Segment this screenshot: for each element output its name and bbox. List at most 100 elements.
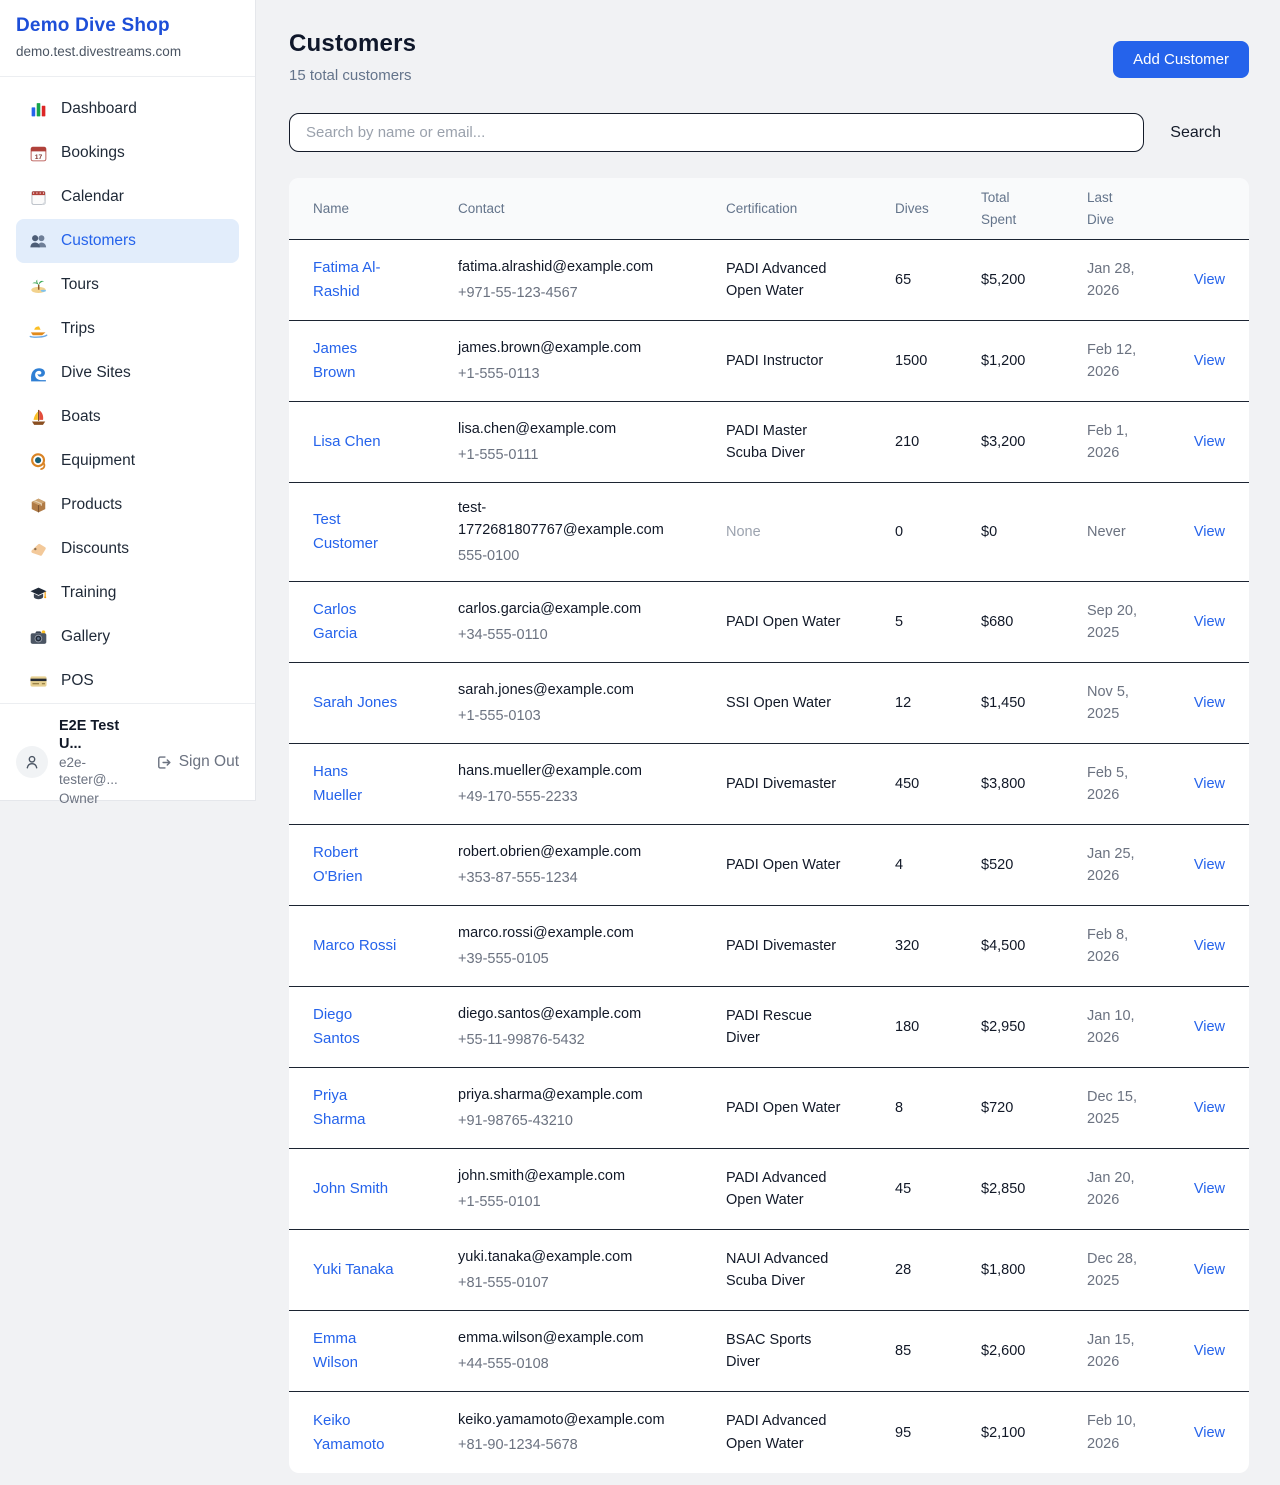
- customer-dives: 0: [895, 521, 981, 543]
- customer-last-dive: Dec 15, 2025: [1087, 1086, 1153, 1131]
- customer-last-dive: Nov 5, 2025: [1087, 681, 1153, 726]
- table-row: Diego Santos diego.santos@example.com +5…: [289, 987, 1249, 1068]
- sidebar-item-pos[interactable]: POS: [16, 659, 239, 703]
- customer-name-link[interactable]: Hans Mueller: [313, 760, 399, 808]
- customer-name-link[interactable]: Test Customer: [313, 508, 399, 556]
- customer-total-spent: $2,950: [981, 1016, 1087, 1038]
- customer-phone: +1-555-0111: [458, 444, 726, 466]
- view-link[interactable]: View: [1194, 938, 1225, 954]
- customer-name-link[interactable]: Robert O'Brien: [313, 841, 399, 889]
- customer-phone: +81-90-1234-5678: [458, 1434, 726, 1456]
- sidebar-item-training[interactable]: Training: [16, 571, 239, 615]
- sidebar-item-label: POS: [61, 672, 94, 690]
- sidebar-item-tours[interactable]: Tours: [16, 263, 239, 307]
- camera-icon: [29, 628, 48, 647]
- sidebar-item-gallery[interactable]: Gallery: [16, 615, 239, 659]
- wave-icon: [29, 364, 48, 383]
- customer-last-dive: Feb 5, 2026: [1087, 762, 1153, 807]
- customer-certification: SSI Open Water: [726, 692, 842, 714]
- column-header-name: Name: [313, 198, 458, 220]
- customer-dives: 1500: [895, 350, 981, 372]
- view-link[interactable]: View: [1194, 524, 1225, 540]
- table-row: James Brown james.brown@example.com +1-5…: [289, 321, 1249, 402]
- sidebar-item-equipment[interactable]: Equipment: [16, 439, 239, 483]
- customer-name-link[interactable]: Lisa Chen: [313, 430, 381, 454]
- sign-out-label: Sign Out: [179, 753, 239, 771]
- view-link[interactable]: View: [1194, 614, 1225, 630]
- view-link[interactable]: View: [1194, 1181, 1225, 1197]
- customer-name-link[interactable]: Priya Sharma: [313, 1084, 399, 1132]
- table-row: Keiko Yamamoto keiko.yamamoto@example.co…: [289, 1392, 1249, 1473]
- customer-name-link[interactable]: Fatima Al-Rashid: [313, 256, 399, 304]
- view-link[interactable]: View: [1194, 695, 1225, 711]
- customer-name-link[interactable]: John Smith: [313, 1177, 388, 1201]
- customer-name-link[interactable]: Sarah Jones: [313, 691, 397, 715]
- user-info: E2E Test U... e2e-tester@... Owner: [59, 717, 144, 808]
- customer-certification: PADI Instructor: [726, 350, 842, 372]
- sign-out-button[interactable]: Sign Out: [155, 753, 239, 771]
- view-link[interactable]: View: [1194, 434, 1225, 450]
- column-header-dives: Dives: [895, 198, 981, 220]
- customer-name-link[interactable]: Keiko Yamamoto: [313, 1409, 399, 1457]
- customer-name-link[interactable]: James Brown: [313, 337, 399, 385]
- view-link[interactable]: View: [1194, 272, 1225, 288]
- customer-name-link[interactable]: Yuki Tanaka: [313, 1258, 394, 1282]
- customer-name-link[interactable]: Diego Santos: [313, 1003, 399, 1051]
- bar-chart-icon: [29, 100, 48, 119]
- customer-phone: +1-555-0103: [458, 705, 726, 727]
- view-link[interactable]: View: [1194, 1262, 1225, 1278]
- view-link[interactable]: View: [1194, 857, 1225, 873]
- sidebar-item-label: Dashboard: [61, 100, 137, 118]
- sidebar-item-label: Boats: [61, 408, 101, 426]
- sidebar-item-dive-sites[interactable]: Dive Sites: [16, 351, 239, 395]
- customer-email: carlos.garcia@example.com: [458, 598, 670, 620]
- column-header-certification: Certification: [726, 198, 895, 220]
- view-link[interactable]: View: [1194, 1425, 1225, 1441]
- customer-dives: 85: [895, 1340, 981, 1362]
- customer-dives: 180: [895, 1016, 981, 1038]
- table-row: Robert O'Brien robert.obrien@example.com…: [289, 825, 1249, 906]
- customer-certification: NAUI Advanced Scuba Diver: [726, 1248, 842, 1293]
- view-link[interactable]: View: [1194, 353, 1225, 369]
- table-row: Sarah Jones sarah.jones@example.com +1-5…: [289, 663, 1249, 744]
- sidebar-item-calendar[interactable]: Calendar: [16, 175, 239, 219]
- sign-out-icon: [155, 754, 172, 771]
- sidebar-item-customers[interactable]: Customers: [16, 219, 239, 263]
- sidebar-item-products[interactable]: Products: [16, 483, 239, 527]
- sidebar-item-dashboard[interactable]: Dashboard: [16, 87, 239, 131]
- sidebar-item-label: Tours: [61, 276, 99, 294]
- view-link[interactable]: View: [1194, 1019, 1225, 1035]
- sidebar-nav: Dashboard 17 Bookings Calendar Customers…: [0, 77, 255, 703]
- search-input[interactable]: [289, 113, 1144, 152]
- customer-total-spent: $2,850: [981, 1178, 1087, 1200]
- sidebar-item-label: Customers: [61, 232, 136, 250]
- person-icon: [23, 753, 41, 771]
- sidebar-item-bookings[interactable]: 17 Bookings: [16, 131, 239, 175]
- view-link[interactable]: View: [1194, 1100, 1225, 1116]
- page-header: Customers 15 total customers Add Custome…: [289, 30, 1249, 84]
- sidebar-item-trips[interactable]: Trips: [16, 307, 239, 351]
- customer-last-dive: Jan 28, 2026: [1087, 258, 1153, 303]
- customer-last-dive: Feb 1, 2026: [1087, 420, 1153, 465]
- customer-certification: PADI Rescue Diver: [726, 1005, 842, 1050]
- customer-dives: 4: [895, 854, 981, 876]
- view-link[interactable]: View: [1194, 776, 1225, 792]
- customer-name-link[interactable]: Marco Rossi: [313, 934, 396, 958]
- sidebar-item-boats[interactable]: Boats: [16, 395, 239, 439]
- user-name: E2E Test U...: [59, 717, 144, 753]
- customer-dives: 320: [895, 935, 981, 957]
- customer-last-dive: Feb 10, 2026: [1087, 1410, 1153, 1455]
- customer-total-spent: $1,800: [981, 1259, 1087, 1281]
- view-link[interactable]: View: [1194, 1343, 1225, 1359]
- customer-name-link[interactable]: Carlos Garcia: [313, 598, 399, 646]
- customer-total-spent: $3,800: [981, 773, 1087, 795]
- customer-email: keiko.yamamoto@example.com: [458, 1409, 670, 1431]
- tag-icon: [29, 540, 48, 559]
- customer-email: fatima.alrashid@example.com: [458, 256, 670, 278]
- customer-total-spent: $3,200: [981, 431, 1087, 453]
- search-button[interactable]: Search: [1144, 124, 1249, 142]
- table-row: Test Customer test-1772681807767@example…: [289, 483, 1249, 582]
- sidebar-item-discounts[interactable]: Discounts: [16, 527, 239, 571]
- add-customer-button[interactable]: Add Customer: [1113, 41, 1249, 78]
- customer-name-link[interactable]: Emma Wilson: [313, 1327, 399, 1375]
